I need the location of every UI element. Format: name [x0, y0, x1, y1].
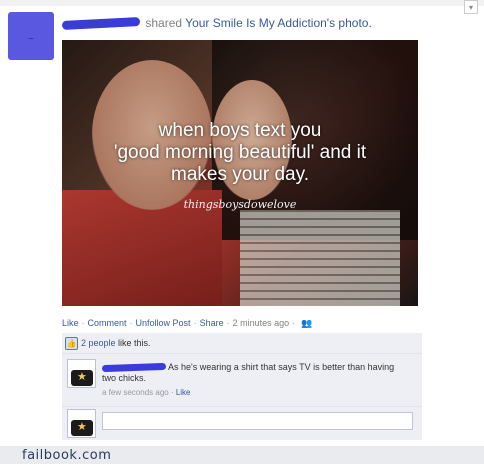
comment-like-link[interactable]: Like: [176, 388, 191, 397]
source-page-link[interactable]: Your Smile Is My Addiction: [185, 16, 327, 30]
likes-row: 👍 2 people like this.: [62, 333, 422, 354]
likes-suffix: like this.: [115, 338, 151, 348]
caption-line-1: when boys text you: [158, 120, 322, 141]
avatar-scribble: ~: [28, 34, 34, 45]
comment-meta: a few seconds ago · Like: [102, 388, 191, 397]
viewer-avatar: ★: [67, 409, 96, 438]
shared-photo[interactable]: when boys text you 'good morning beautif…: [62, 40, 418, 306]
comment-input[interactable]: [102, 412, 413, 430]
thumbs-up-icon: 👍: [65, 337, 78, 350]
comment-body: As he's wearing a shirt that says TV is …: [101, 362, 402, 384]
options-dropdown[interactable]: ▾: [464, 0, 478, 14]
friends-icon[interactable]: 👥: [301, 318, 312, 328]
photo-signature: thingsboysdowelove: [183, 198, 297, 211]
likes-text: 2 people like this.: [81, 338, 151, 348]
caption-line-2: 'good morning beautiful' and it: [113, 142, 367, 163]
redacted-commenter-name[interactable]: [101, 363, 167, 373]
top-bar: ▾: [0, 0, 484, 14]
unfollow-link[interactable]: Unfollow Post: [136, 318, 191, 328]
post-actions: Like · Comment · Unfollow Post · Share · 2 minut…: [62, 318, 313, 328]
redacted-name: [61, 17, 141, 31]
photo-caption: when boys text you 'good morning beautif…: [62, 120, 418, 186]
comment-link[interactable]: Comment: [88, 318, 127, 328]
comment-item: ★ As he's wearing a shirt that says TV i…: [62, 354, 422, 407]
likes-count-link[interactable]: 2 people: [81, 338, 116, 348]
like-link[interactable]: Like: [62, 318, 79, 328]
action-text: shared: [145, 16, 183, 30]
post-timestamp[interactable]: 2 minutes ago: [233, 318, 290, 328]
commenter-avatar[interactable]: ★: [67, 359, 96, 388]
avatar-glyph: ★: [77, 371, 87, 383]
feedback-panel: 👍 2 people like this. ★ As he's wearing …: [62, 333, 422, 440]
comment-timestamp[interactable]: a few seconds ago: [102, 388, 169, 397]
post-header: shared Your Smile Is My Addiction's phot…: [61, 16, 372, 31]
failbook-watermark: failbook.com: [22, 448, 112, 463]
share-link[interactable]: Share: [200, 318, 224, 328]
comment-composer: ★: [62, 406, 422, 440]
watermark-bar: failbook.com: [0, 446, 484, 464]
poster-avatar[interactable]: ~: [8, 12, 54, 60]
source-suffix: 's photo.: [326, 16, 372, 30]
avatar-glyph: ★: [77, 421, 87, 433]
caption-line-3: makes your day.: [171, 164, 309, 185]
